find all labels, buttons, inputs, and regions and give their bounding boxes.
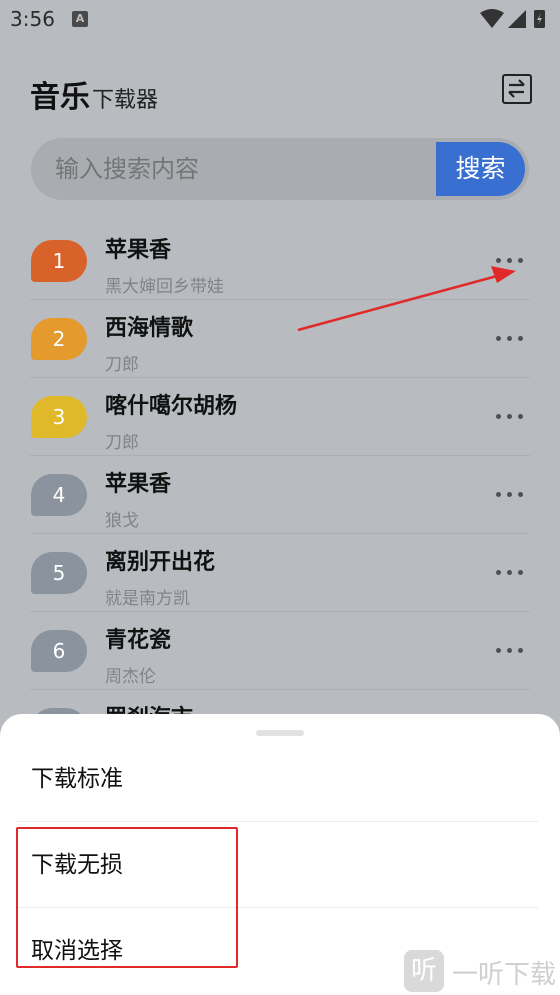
song-artist: 黑大婶回乡带娃 [105,277,224,297]
more-options-icon[interactable] [496,328,524,348]
more-options-icon[interactable] [496,484,524,504]
song-artist: 就是南方凯 [105,589,190,609]
song-row[interactable]: 6 青花瓷周杰伦 [0,612,560,690]
song-title: 苹果香 [105,472,172,497]
option-label: 下载标准 [31,766,123,792]
song-row[interactable]: 5 离别开出花就是南方凯 [0,534,560,612]
watermark: 听 一听下载 [404,948,557,994]
song-artist: 狼戈 [105,511,139,531]
status-bar: 3:56 A [0,0,560,40]
notification-icon: A [72,11,88,27]
search-button[interactable]: 搜索 [436,142,525,196]
rank-badge: 5 [31,552,87,594]
app-title: 音乐 [30,80,90,115]
song-title: 离别开出花 [105,550,216,575]
song-title: 苹果香 [105,238,172,263]
rank-badge: 6 [31,630,87,672]
download-standard-option[interactable]: 下载标准 [0,736,560,822]
more-options-icon[interactable] [496,250,524,270]
switch-icon[interactable] [502,74,532,104]
song-artist: 周杰伦 [105,667,156,687]
song-row[interactable]: 3 喀什噶尔胡杨刀郎 [0,378,560,456]
song-title: 喀什噶尔胡杨 [105,394,238,419]
more-options-icon[interactable] [496,562,524,582]
more-options-icon[interactable] [496,640,524,660]
watermark-logo-icon: 听 [404,950,444,992]
rank-badge: 3 [31,396,87,438]
rank-badge: 4 [31,474,87,516]
app-subtitle: 下载器 [92,88,159,113]
app-header: 音乐下载器 [30,72,159,115]
song-row[interactable]: 1 苹果香黑大婶回乡带娃 [0,222,560,300]
more-options-icon[interactable] [496,406,524,426]
annotation-highlight-box [16,827,238,968]
song-title: 西海情歌 [105,316,194,341]
search-input[interactable] [55,138,435,200]
song-row[interactable]: 4 苹果香狼戈 [0,456,560,534]
signal-icon [508,10,526,28]
search-bar: 搜索 [31,138,529,200]
wifi-icon [480,9,504,28]
status-time: 3:56 [10,7,55,31]
song-title: 青花瓷 [105,628,172,653]
status-icons [480,9,545,28]
rank-badge: 1 [31,240,87,282]
watermark-text: 一听下载 [452,960,557,990]
song-artist: 刀郎 [105,433,139,453]
song-artist: 刀郎 [105,355,139,375]
rank-badge: 2 [31,318,87,360]
song-row[interactable]: 2 西海情歌刀郎 [0,300,560,378]
